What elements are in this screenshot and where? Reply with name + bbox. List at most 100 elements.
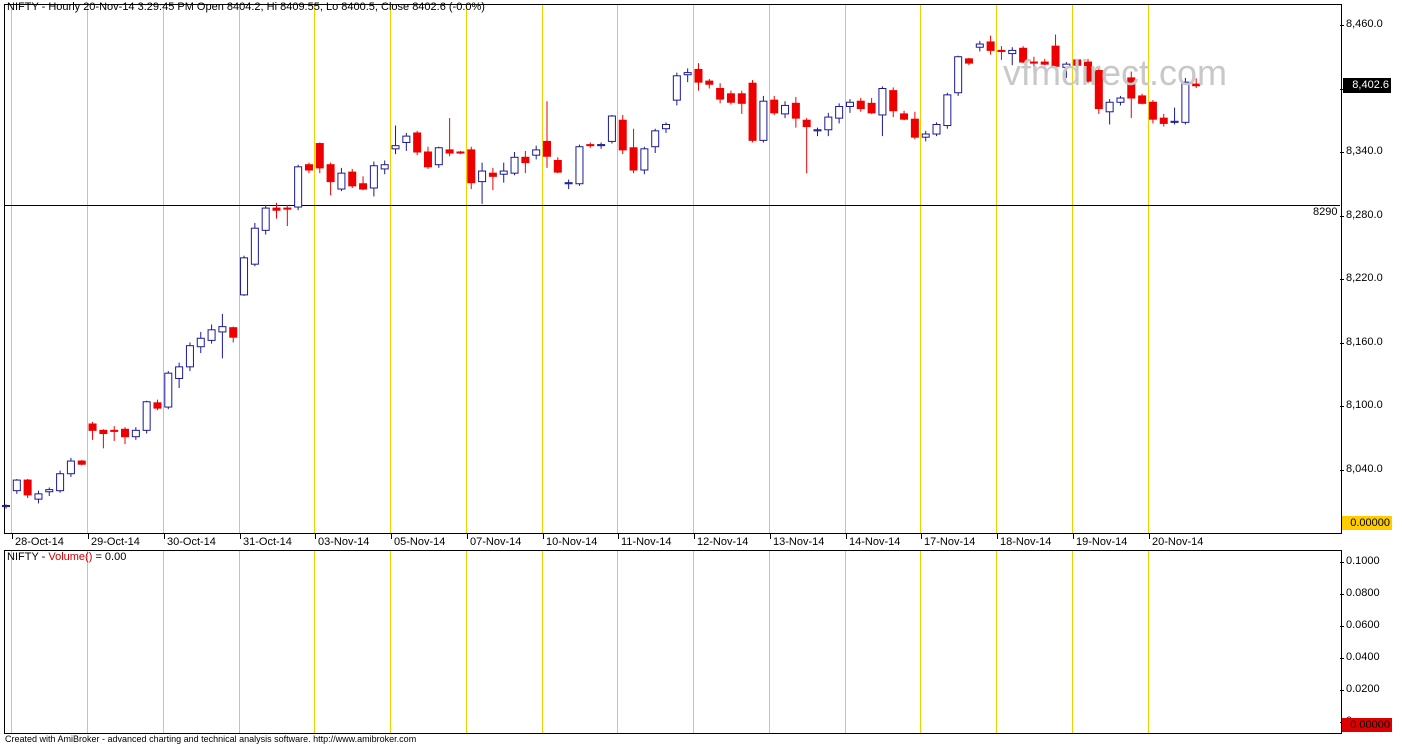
candle-up bbox=[218, 326, 227, 333]
candle-down bbox=[88, 423, 97, 431]
footer-credit: Created with AmiBroker - advanced charti… bbox=[5, 734, 417, 744]
date-axis-tick: 31-Oct-14 bbox=[240, 533, 292, 548]
candle-down bbox=[110, 429, 119, 432]
last-price-badge: 8,402.6 bbox=[1343, 78, 1391, 93]
watermark: vfmdirect.com bbox=[1003, 52, 1228, 93]
price-axis-tick: 8,100.0 bbox=[1340, 399, 1383, 411]
candle-up bbox=[651, 130, 660, 148]
candle-up bbox=[66, 460, 75, 475]
candle-up bbox=[943, 94, 952, 127]
candle-up bbox=[781, 104, 790, 115]
candle-down bbox=[986, 41, 995, 51]
candle-up bbox=[12, 479, 21, 492]
candle-up bbox=[196, 337, 205, 348]
candle-down bbox=[900, 113, 909, 120]
candle-up bbox=[1170, 120, 1179, 123]
candle-down bbox=[856, 100, 865, 110]
candle-down bbox=[304, 164, 313, 171]
candle-up bbox=[813, 129, 822, 132]
candle-down bbox=[283, 207, 292, 210]
candle-up bbox=[294, 166, 303, 208]
date-axis-tick: 19-Nov-14 bbox=[1072, 533, 1128, 548]
candle-down bbox=[77, 460, 86, 465]
candlestick-chart[interactable] bbox=[0, 0, 1402, 746]
candle-down bbox=[521, 156, 530, 164]
candle-down bbox=[791, 102, 800, 119]
candle-down bbox=[1148, 101, 1157, 120]
chart-title: NIFTY - Hourly 20-Nov-14 3:29:45 PM Open… bbox=[7, 1, 485, 13]
candle-up bbox=[402, 135, 411, 143]
price-axis-tick: 8,460.0 bbox=[1340, 18, 1383, 30]
candle-down bbox=[229, 327, 238, 338]
candle-up bbox=[164, 372, 173, 408]
candle-up bbox=[1105, 101, 1114, 113]
candle-down bbox=[629, 147, 638, 171]
candle-down bbox=[802, 119, 811, 128]
candle-up bbox=[380, 164, 389, 170]
price-axis-tick: 8,160.0 bbox=[1340, 335, 1383, 348]
candle-up bbox=[564, 182, 573, 185]
date-axis-tick: 28-Oct-14 bbox=[12, 533, 64, 548]
candle-down bbox=[618, 119, 627, 151]
candle-down bbox=[770, 99, 779, 114]
candle-up bbox=[607, 115, 616, 142]
volume-title: NIFTY - Volume() = 0.00 bbox=[7, 551, 126, 563]
candle-down bbox=[694, 68, 703, 83]
volume-axis-tick: 0.0200 bbox=[1340, 683, 1380, 695]
candle-up bbox=[185, 345, 194, 368]
candle-up bbox=[954, 56, 963, 94]
date-axis-tick: 29-Oct-14 bbox=[88, 533, 140, 548]
date-axis-tick: 18-Nov-14 bbox=[996, 533, 1052, 548]
candle-up bbox=[142, 401, 151, 431]
candle-down bbox=[315, 143, 324, 169]
date-axis-tick: 30-Oct-14 bbox=[164, 533, 216, 548]
candle-down bbox=[867, 102, 876, 114]
volume-title-prefix: NIFTY - bbox=[7, 551, 49, 563]
date-axis-tick: 05-Nov-14 bbox=[390, 533, 446, 548]
candle-down bbox=[326, 164, 335, 183]
volume-title-value: = 0.00 bbox=[92, 551, 127, 563]
candle-down bbox=[121, 428, 130, 438]
candle-down bbox=[910, 118, 919, 138]
volume-indicator-name: Volume() bbox=[48, 551, 93, 563]
candle-down bbox=[543, 140, 551, 157]
candle-up bbox=[932, 123, 941, 135]
candle-up bbox=[672, 75, 681, 101]
candle-down bbox=[23, 479, 32, 496]
date-axis-tick: 20-Nov-14 bbox=[1148, 533, 1204, 548]
candle-up bbox=[662, 123, 671, 130]
candle-down bbox=[456, 151, 465, 154]
candle-up bbox=[207, 329, 216, 341]
candle-down bbox=[99, 429, 108, 435]
candle-down bbox=[423, 151, 432, 168]
candle-up bbox=[175, 366, 184, 379]
candle-down bbox=[737, 93, 746, 104]
candle-down bbox=[726, 93, 735, 103]
candle-up bbox=[2, 504, 10, 508]
price-axis-tick: 8,340.0 bbox=[1340, 145, 1383, 157]
date-axis-tick: 12-Nov-14 bbox=[693, 533, 749, 548]
candle-up bbox=[683, 72, 692, 76]
candle-up bbox=[240, 257, 249, 296]
candle-up bbox=[510, 156, 519, 174]
date-axis-tick: 17-Nov-14 bbox=[920, 533, 976, 548]
candle-up bbox=[532, 149, 541, 156]
candle-down bbox=[1159, 117, 1168, 124]
candle-up bbox=[391, 145, 400, 150]
candle-up bbox=[250, 227, 259, 265]
candle-down bbox=[467, 149, 476, 184]
date-axis-tick: 03-Nov-14 bbox=[314, 533, 370, 548]
volume-zero-badge-price: 0.00000 bbox=[1342, 516, 1392, 530]
volume-axis-tick: 0.0600 bbox=[1340, 619, 1380, 631]
candle-down bbox=[272, 207, 281, 211]
candle-up bbox=[845, 101, 854, 107]
candle-down bbox=[964, 58, 973, 64]
volume-axis-tick: 0.0800 bbox=[1340, 587, 1380, 599]
candle-down bbox=[445, 149, 454, 154]
candle-down bbox=[889, 90, 898, 112]
candle-down bbox=[348, 171, 357, 187]
candle-up bbox=[835, 105, 844, 119]
candle-up bbox=[337, 172, 346, 190]
candle-down bbox=[1138, 95, 1147, 104]
volume-axis-tick: 0.1000 bbox=[1340, 555, 1380, 567]
